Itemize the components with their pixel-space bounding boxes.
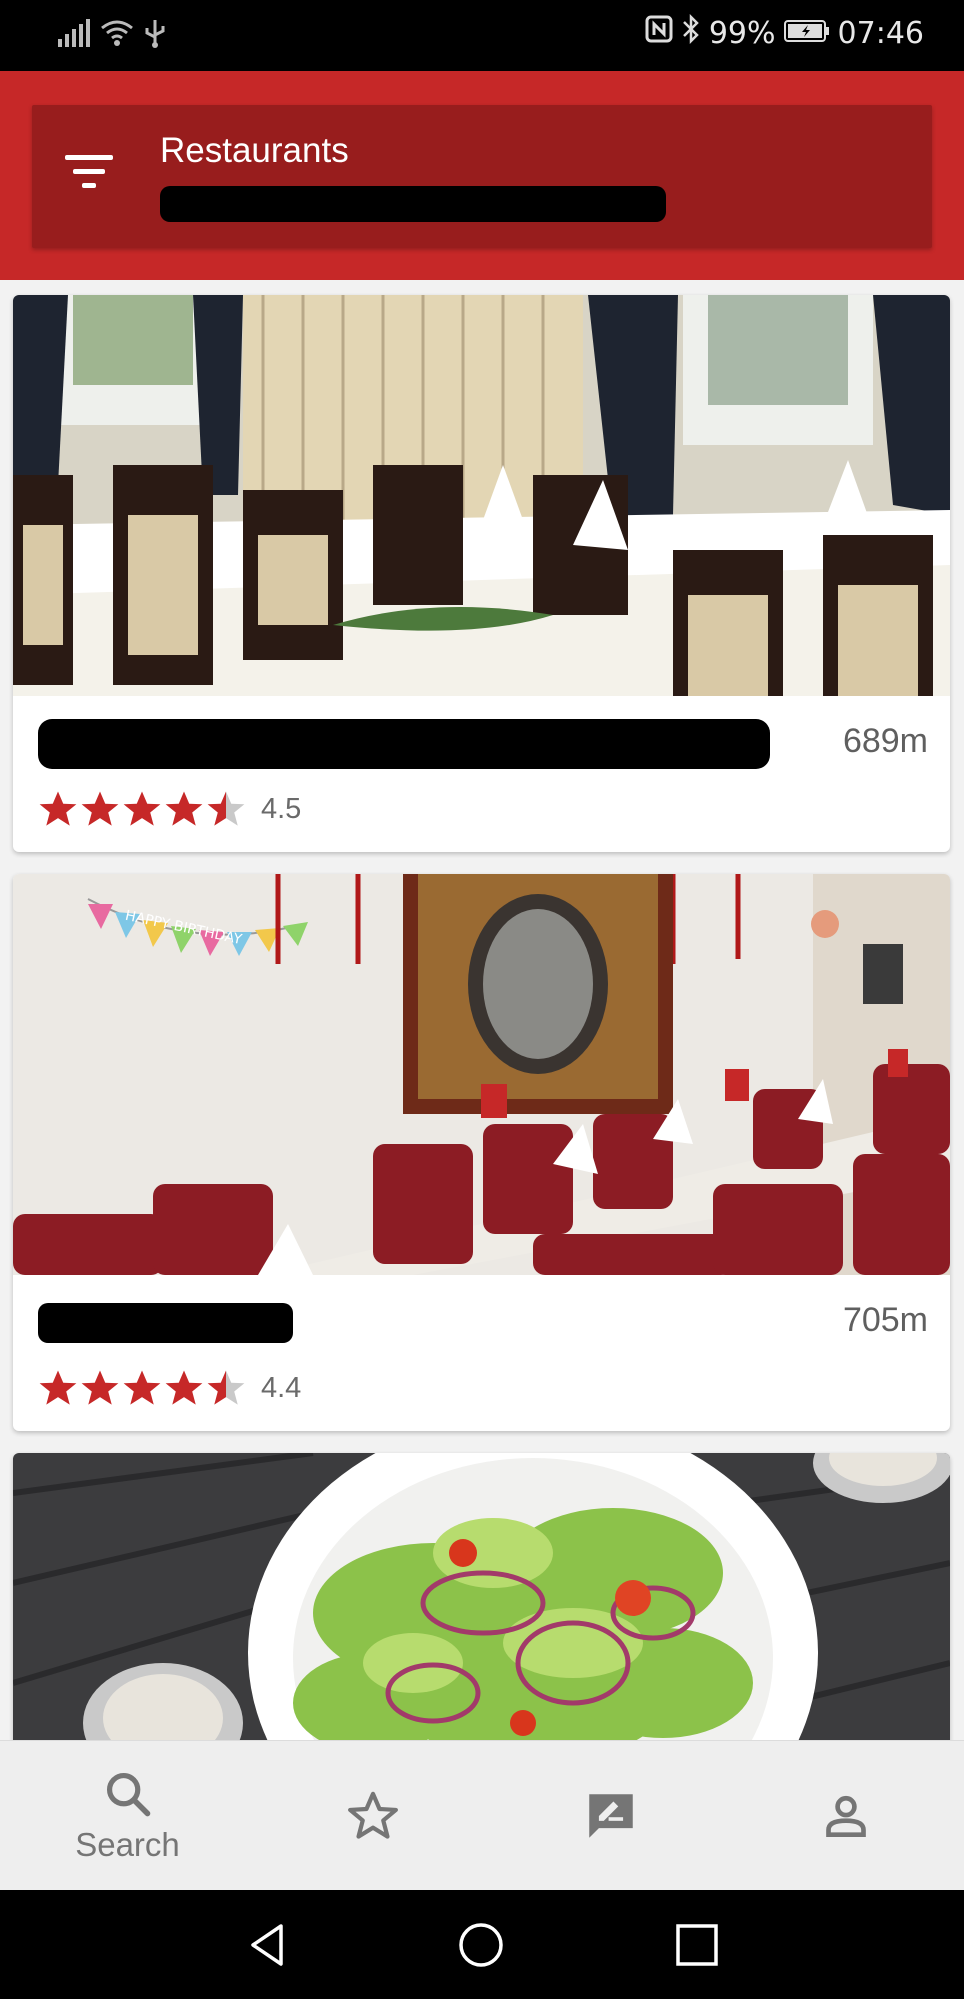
status-left	[58, 18, 166, 52]
rating: 4.5	[37, 788, 301, 830]
star-half-icon	[207, 1370, 245, 1405]
star-full-icon	[165, 1370, 203, 1405]
restaurant-photo	[13, 1453, 950, 1740]
restaurant-photo	[13, 295, 950, 696]
nav-profile[interactable]	[773, 1741, 918, 1891]
redacted-subtitle	[160, 186, 666, 222]
restaurant-card[interactable]: 689m 4.5	[13, 295, 950, 852]
star-full-icon	[81, 791, 119, 826]
bluetooth-icon	[681, 13, 701, 52]
restaurant-card[interactable]: HAPPY BIRTHDAY 705m 4.4	[13, 874, 950, 1431]
bottom-navigation: Search	[0, 1740, 964, 1890]
home-icon	[459, 1923, 503, 1967]
rating: 4.4	[37, 1367, 301, 1409]
redacted-restaurant-name	[38, 1303, 293, 1343]
recents-icon	[676, 1924, 718, 1966]
star-full-icon	[39, 791, 77, 826]
home-button[interactable]	[456, 1920, 506, 1974]
recents-button[interactable]	[672, 1920, 722, 1974]
card-body: 689m 4.5	[13, 696, 950, 852]
star-full-icon	[165, 791, 203, 826]
back-icon	[251, 1924, 283, 1966]
rating-value: 4.4	[261, 1371, 302, 1404]
nav-search[interactable]: Search	[55, 1741, 200, 1891]
battery-percent: 99%	[708, 15, 776, 51]
signal-icon	[58, 19, 90, 51]
rating-value: 4.5	[261, 792, 302, 825]
status-bar: 99% 07:46	[0, 0, 964, 71]
star-full-icon	[123, 1370, 161, 1405]
nfc-icon	[645, 15, 673, 51]
distance-label: 705m	[842, 1301, 928, 1339]
page-title: Restaurants	[160, 131, 349, 170]
system-navigation-bar	[0, 1890, 964, 1999]
nav-reviews[interactable]	[538, 1741, 683, 1891]
status-right: 99% 07:46	[645, 13, 924, 52]
star-half-icon	[207, 791, 245, 826]
account-icon	[825, 1795, 866, 1837]
rate-review-icon	[588, 1794, 633, 1838]
nav-favorites[interactable]	[300, 1741, 445, 1891]
redacted-restaurant-name	[38, 719, 770, 769]
restaurant-card[interactable]	[13, 1453, 950, 1740]
app-header: Restaurants	[0, 71, 964, 280]
wifi-icon	[100, 19, 134, 51]
search-card[interactable]: Restaurants	[32, 105, 932, 248]
card-body: 705m 4.4	[13, 1275, 950, 1431]
search-icon	[106, 1772, 150, 1817]
usb-icon	[144, 18, 166, 52]
clock: 07:46	[837, 15, 924, 51]
star-full-icon	[81, 1370, 119, 1405]
filter-icon[interactable]	[60, 155, 118, 195]
star-full-icon	[39, 1370, 77, 1405]
nav-search-label: Search	[75, 1826, 180, 1863]
distance-label: 689m	[842, 722, 928, 760]
battery-icon	[783, 16, 830, 51]
restaurant-photo: HAPPY BIRTHDAY	[13, 874, 950, 1275]
star-icon	[347, 1791, 398, 1839]
star-full-icon	[123, 791, 161, 826]
back-button[interactable]	[243, 1920, 293, 1974]
restaurant-list[interactable]: 689m 4.5 HAPPY BIRTHDAY 705m 4.4	[0, 280, 964, 1740]
